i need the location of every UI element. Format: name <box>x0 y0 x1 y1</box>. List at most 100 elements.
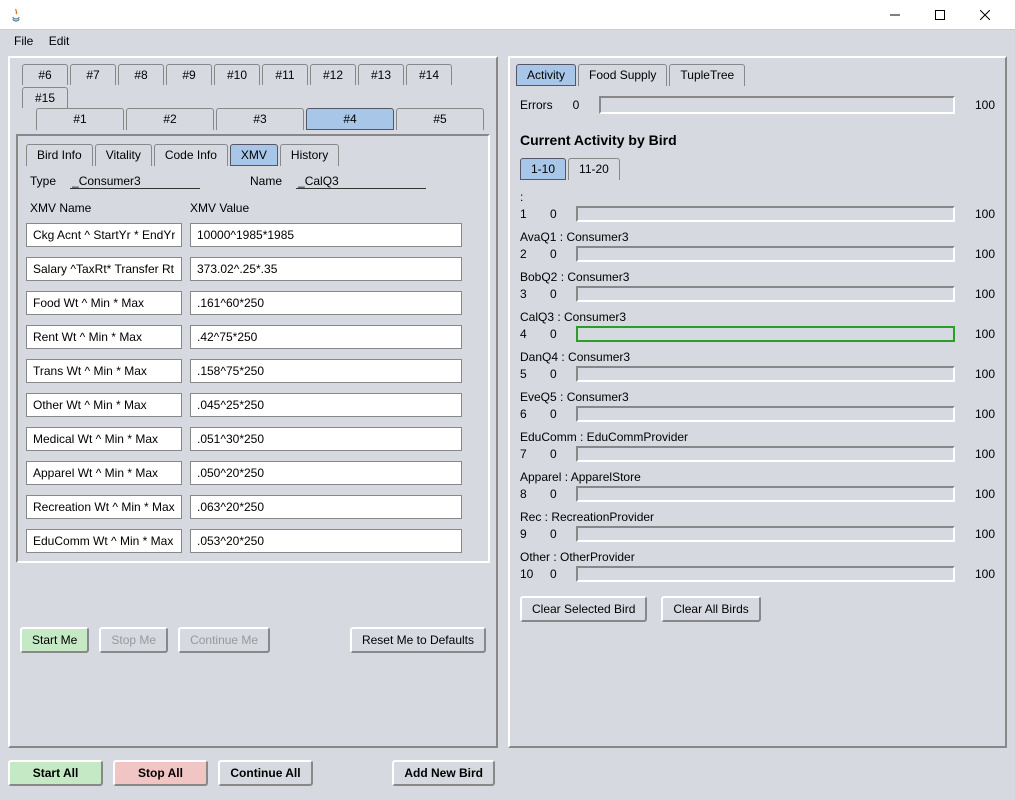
tab-5[interactable]: #5 <box>396 108 484 130</box>
clear-selected-button[interactable]: Clear Selected Bird <box>520 596 647 622</box>
tab-Vitality[interactable]: Vitality <box>95 144 152 166</box>
minimize-button[interactable] <box>872 1 917 29</box>
tab-8[interactable]: #8 <box>118 64 164 85</box>
xmv-name-input[interactable] <box>26 325 182 349</box>
menu-file[interactable]: File <box>8 32 39 50</box>
errors-progress <box>599 96 955 114</box>
bird-entry: EduComm : EduCommProvider70100 <box>520 428 995 462</box>
xmv-name-input[interactable] <box>26 291 182 315</box>
bird-entry: Rec : RecreationProvider90100 <box>520 508 995 542</box>
xmv-value-header: XMV Value <box>190 201 350 215</box>
bird-max: 100 <box>967 247 995 261</box>
menubar: File Edit <box>0 30 1015 50</box>
tab-1120[interactable]: 11-20 <box>568 158 620 180</box>
continue-me-button[interactable]: Continue Me <box>178 627 270 653</box>
bird-progress <box>576 486 955 502</box>
tab-CodeInfo[interactable]: Code Info <box>154 144 228 166</box>
xmv-row <box>26 393 480 417</box>
tab-15[interactable]: #15 <box>22 87 68 108</box>
reset-button[interactable]: Reset Me to Defaults <box>350 627 486 653</box>
window-controls <box>872 1 1007 29</box>
bird-list: :10100AvaQ1 : Consumer320100BobQ2 : Cons… <box>516 188 999 582</box>
bird-min: 0 <box>550 527 564 541</box>
bird-min: 0 <box>550 487 564 501</box>
bird-label: CalQ3 : Consumer3 <box>520 308 995 326</box>
xmv-value-input[interactable] <box>190 359 462 383</box>
xmv-name-input[interactable] <box>26 495 182 519</box>
tab-XMV[interactable]: XMV <box>230 144 278 166</box>
tab-2[interactable]: #2 <box>126 108 214 130</box>
xmv-value-input[interactable] <box>190 427 462 451</box>
xmv-row <box>26 291 480 315</box>
xmv-row <box>26 461 480 485</box>
type-field[interactable] <box>70 174 200 189</box>
bird-min: 0 <box>550 287 564 301</box>
tab-BirdInfo[interactable]: Bird Info <box>26 144 93 166</box>
xmv-value-input[interactable] <box>190 291 462 315</box>
xmv-name-input[interactable] <box>26 257 182 281</box>
xmv-row <box>26 359 480 383</box>
tab-9[interactable]: #9 <box>166 64 212 85</box>
tab-11[interactable]: #11 <box>262 64 308 85</box>
bird-label: Rec : RecreationProvider <box>520 508 995 526</box>
stop-me-button[interactable]: Stop Me <box>99 627 168 653</box>
maximize-button[interactable] <box>917 1 962 29</box>
type-label: Type <box>30 174 56 189</box>
name-field[interactable] <box>296 174 426 189</box>
stop-all-button[interactable]: Stop All <box>113 760 208 786</box>
add-new-bird-button[interactable]: Add New Bird <box>392 760 495 786</box>
tab-13[interactable]: #13 <box>358 64 404 85</box>
xmv-value-input[interactable] <box>190 223 462 247</box>
tab-Activity[interactable]: Activity <box>516 64 576 86</box>
xmv-name-input[interactable] <box>26 359 182 383</box>
menu-edit[interactable]: Edit <box>43 32 76 50</box>
xmv-value-input[interactable] <box>190 325 462 349</box>
tab-4[interactable]: #4 <box>306 108 394 130</box>
bird-max: 100 <box>967 447 995 461</box>
clear-all-button[interactable]: Clear All Birds <box>661 596 760 622</box>
xmv-value-input[interactable] <box>190 529 462 553</box>
xmv-name-input[interactable] <box>26 223 182 247</box>
tab-10[interactable]: #10 <box>214 64 260 85</box>
xmv-name-input[interactable] <box>26 427 182 451</box>
bird-progress <box>576 206 955 222</box>
xmv-name-input[interactable] <box>26 393 182 417</box>
bird-max: 100 <box>967 567 995 581</box>
right-panel: ActivityFood SupplyTupleTree Errors 0 10… <box>508 56 1007 748</box>
bird-index: 4 <box>520 327 538 341</box>
bird-index: 6 <box>520 407 538 421</box>
tab-TupleTree[interactable]: TupleTree <box>669 64 745 86</box>
tab-3[interactable]: #3 <box>216 108 304 130</box>
continue-all-button[interactable]: Continue All <box>218 760 313 786</box>
tab-12[interactable]: #12 <box>310 64 356 85</box>
xmv-value-input[interactable] <box>190 461 462 485</box>
bird-progress <box>576 526 955 542</box>
top-tabs-row-1: #6#7#8#9#10#11#12#13#14 #15 <box>16 64 490 108</box>
xmv-name-input[interactable] <box>26 461 182 485</box>
tab-History[interactable]: History <box>280 144 339 166</box>
tab-6[interactable]: #6 <box>22 64 68 85</box>
xmv-value-input[interactable] <box>190 495 462 519</box>
tab-1[interactable]: #1 <box>36 108 124 130</box>
tab-FoodSupply[interactable]: Food Supply <box>578 64 667 86</box>
tab-7[interactable]: #7 <box>70 64 116 85</box>
start-all-button[interactable]: Start All <box>8 760 103 786</box>
bird-max: 100 <box>967 487 995 501</box>
bird-max: 100 <box>967 327 995 341</box>
xmv-value-input[interactable] <box>190 257 462 281</box>
bird-label: DanQ4 : Consumer3 <box>520 348 995 366</box>
bird-index: 2 <box>520 247 538 261</box>
xmv-name-header: XMV Name <box>30 201 190 215</box>
xmv-name-input[interactable] <box>26 529 182 553</box>
bird-progress <box>576 566 955 582</box>
bird-progress <box>576 286 955 302</box>
tab-14[interactable]: #14 <box>406 64 452 85</box>
xmv-value-input[interactable] <box>190 393 462 417</box>
tab-110[interactable]: 1-10 <box>520 158 566 180</box>
bird-max: 100 <box>967 207 995 221</box>
bird-min: 0 <box>550 247 564 261</box>
start-me-button[interactable]: Start Me <box>20 627 89 653</box>
left-panel: #6#7#8#9#10#11#12#13#14 #15 #1#2#3#4#5 Bi… <box>8 56 498 748</box>
close-button[interactable] <box>962 1 1007 29</box>
bird-max: 100 <box>967 287 995 301</box>
